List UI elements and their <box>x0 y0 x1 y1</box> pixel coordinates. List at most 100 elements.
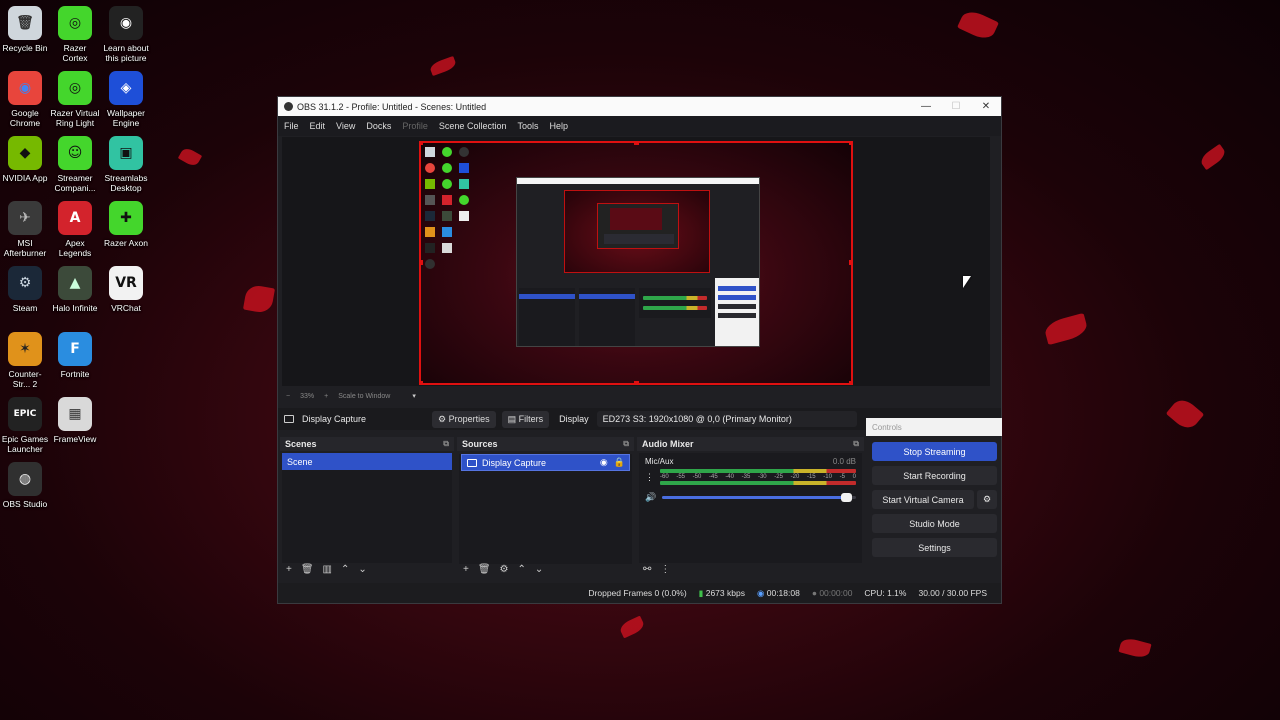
meter-tick: -35 <box>741 474 751 480</box>
scene-item[interactable]: Scene <box>282 453 452 470</box>
virtual-camera-settings-button[interactable]: ⚙ <box>977 490 997 509</box>
audio-mixer-title: Audio Mixer <box>642 439 694 449</box>
desktop-icon[interactable]: ◈ Wallpaper Engine <box>101 71 151 128</box>
start-virtual-camera-button[interactable]: Start Virtual Camera <box>872 490 974 509</box>
advanced-audio-icon[interactable]: ⚯ <box>643 564 651 575</box>
resize-handle-tl[interactable] <box>421 143 423 145</box>
desktop-icon[interactable]: ◎ Razer Virtual Ring Light <box>50 71 100 128</box>
desktop-icon[interactable]: ✶ Counter-Str... 2 <box>0 332 50 389</box>
undock-icon[interactable]: ⧉ <box>623 439 629 449</box>
desktop-icon[interactable]: ☺ Streamer Compani... <box>50 136 100 193</box>
meter-tick: -25 <box>774 474 783 480</box>
menu-view[interactable]: View <box>336 121 355 131</box>
chevron-down-icon[interactable]: ▾ <box>412 392 416 400</box>
title-bar[interactable]: OBS 31.1.2 - Profile: Untitled - Scenes:… <box>278 97 1001 116</box>
scale-mode[interactable]: Scale to Window <box>338 393 390 400</box>
speaker-icon[interactable]: 🔊 <box>645 492 656 503</box>
desktop-icon-label: FrameView <box>53 434 97 444</box>
volume-slider-handle[interactable] <box>841 493 853 502</box>
meter-tick: -55 <box>676 474 685 480</box>
settings-button[interactable]: Settings <box>872 538 997 557</box>
resize-handle-t[interactable] <box>634 143 639 145</box>
desktop-icon-label: Apex Legends <box>58 238 92 258</box>
menu-edit[interactable]: Edit <box>310 121 326 131</box>
add-source-icon[interactable]: + <box>463 564 469 575</box>
resize-handle-tr[interactable] <box>849 143 851 145</box>
eye-icon[interactable]: ◉ <box>600 457 608 468</box>
desktop-icon[interactable]: ▣ Streamlabs Desktop <box>101 136 151 193</box>
undock-icon[interactable]: ⧉ <box>443 439 449 449</box>
window-title: OBS 31.1.2 - Profile: Untitled - Scenes:… <box>297 101 487 112</box>
scene-filters-icon[interactable]: ▥ <box>323 564 332 575</box>
desktop-icon[interactable]: ▲ Halo Infinite <box>50 266 100 313</box>
menu-file[interactable]: File <box>284 121 299 131</box>
undock-icon[interactable]: ⧉ <box>853 439 859 449</box>
desktop-icon[interactable]: ◉ Google Chrome <box>0 71 50 128</box>
desktop-icon-label: Razer Virtual Ring Light <box>50 108 100 128</box>
preview-canvas[interactable] <box>282 137 990 386</box>
desktop-icon[interactable]: ◆ NVIDIA App <box>0 136 50 183</box>
menu-help[interactable]: Help <box>549 121 568 131</box>
desktop-icon[interactable]: 🗑 Recycle Bin <box>0 6 50 53</box>
menu-tools[interactable]: Tools <box>517 121 538 131</box>
stop-streaming-button[interactable]: Stop Streaming <box>872 442 997 461</box>
source-settings-icon[interactable]: ⚙ <box>500 564 509 575</box>
resize-handle-br[interactable] <box>849 381 851 383</box>
desktop-icon[interactable]: ✈ MSI Afterburner <box>0 201 50 258</box>
wallpaper-engine-icon: ◈ <box>109 71 143 105</box>
maximize-icon[interactable]: ☐ <box>941 101 971 112</box>
desktop-icon[interactable]: ▦ FrameView <box>50 397 100 444</box>
desktop-icon-label: Learn about this picture <box>103 43 149 63</box>
source-item[interactable]: Display Capture ◉ 🔒 <box>461 454 630 471</box>
menu-profile[interactable]: Profile <box>402 121 428 131</box>
desktop-icon[interactable]: ◉ Learn about this picture <box>101 6 151 63</box>
menu-docks[interactable]: Docks <box>366 121 391 131</box>
desktop-icon-label: VRChat <box>111 303 141 313</box>
display-capture-preview[interactable] <box>419 141 853 385</box>
mixer-menu-icon[interactable]: ⋮ <box>660 564 670 575</box>
audio-mixer-dock: Audio Mixer ⧉ Mic/Aux 0.0 dB ⋮ -60 -55 -50-… <box>637 437 864 581</box>
filter-icon: ▤ <box>507 413 519 424</box>
zoom-in-button[interactable]: + <box>324 393 328 400</box>
desktop-icon[interactable]: A Apex Legends <box>50 201 100 258</box>
start-recording-button[interactable]: Start Recording <box>872 466 997 485</box>
add-scene-icon[interactable]: + <box>286 564 292 575</box>
desktop-icon[interactable]: VR VRChat <box>101 266 151 313</box>
meter-tick: -5 <box>839 474 845 480</box>
minimize-icon[interactable]: — <box>911 101 941 112</box>
desktop-icon[interactable]: ⚙ Steam <box>0 266 50 313</box>
move-down-icon[interactable]: ⌄ <box>358 564 366 575</box>
lock-icon[interactable]: 🔒 <box>614 457 625 468</box>
apex-icon: A <box>58 201 92 235</box>
meter-tick: -50 <box>692 474 702 480</box>
resize-handle-l[interactable] <box>421 260 423 265</box>
desktop-icons: 🗑 Recycle Bin ◎ Razer Cortex ◉ Learn about th… <box>0 0 150 720</box>
remove-scene-icon[interactable]: 🗑 <box>301 564 314 575</box>
desktop-icon-label: Epic Games Launcher <box>1 434 49 454</box>
resize-handle-bl[interactable] <box>421 381 423 383</box>
zoom-out-button[interactable]: − <box>286 393 290 400</box>
bitrate: 2673 kbps <box>705 587 745 598</box>
remove-source-icon[interactable]: 🗑 <box>478 564 491 575</box>
mouse-cursor-icon <box>963 276 971 288</box>
display-select[interactable]: ED273 S3: 1920x1080 @ 0,0 (Primary Monit… <box>596 411 857 427</box>
kebab-menu-icon[interactable]: ⋮ <box>645 472 654 483</box>
studio-mode-button[interactable]: Studio Mode <box>872 514 997 533</box>
volume-slider[interactable] <box>662 493 856 502</box>
signal-bars-icon: ▮ <box>698 587 706 598</box>
desktop-icon[interactable]: EPIC Epic Games Launcher <box>0 397 50 454</box>
desktop-icon[interactable]: ◎ Razer Cortex <box>50 6 100 63</box>
meter-scale: -60 -55 -50 -45 -40 -35 -30 -25 -20 -15 -10 -5 0 <box>660 474 856 480</box>
desktop-icon[interactable]: F Fortnite <box>50 332 100 379</box>
move-up-icon[interactable]: ⌃ <box>518 564 526 575</box>
desktop-icon[interactable]: ◍ OBS Studio <box>0 462 50 509</box>
resize-handle-b[interactable] <box>634 381 639 383</box>
properties-button[interactable]: ⚙ Properties <box>432 410 496 428</box>
filters-button[interactable]: ▤ Filters <box>501 410 550 428</box>
menu-scene-collection[interactable]: Scene Collection <box>439 121 507 131</box>
move-up-icon[interactable]: ⌃ <box>341 564 349 575</box>
desktop-icon[interactable]: ✚ Razer Axon <box>101 201 151 248</box>
resize-handle-r[interactable] <box>849 260 851 265</box>
close-icon[interactable]: ✕ <box>971 101 1001 112</box>
move-down-icon[interactable]: ⌄ <box>535 564 543 575</box>
